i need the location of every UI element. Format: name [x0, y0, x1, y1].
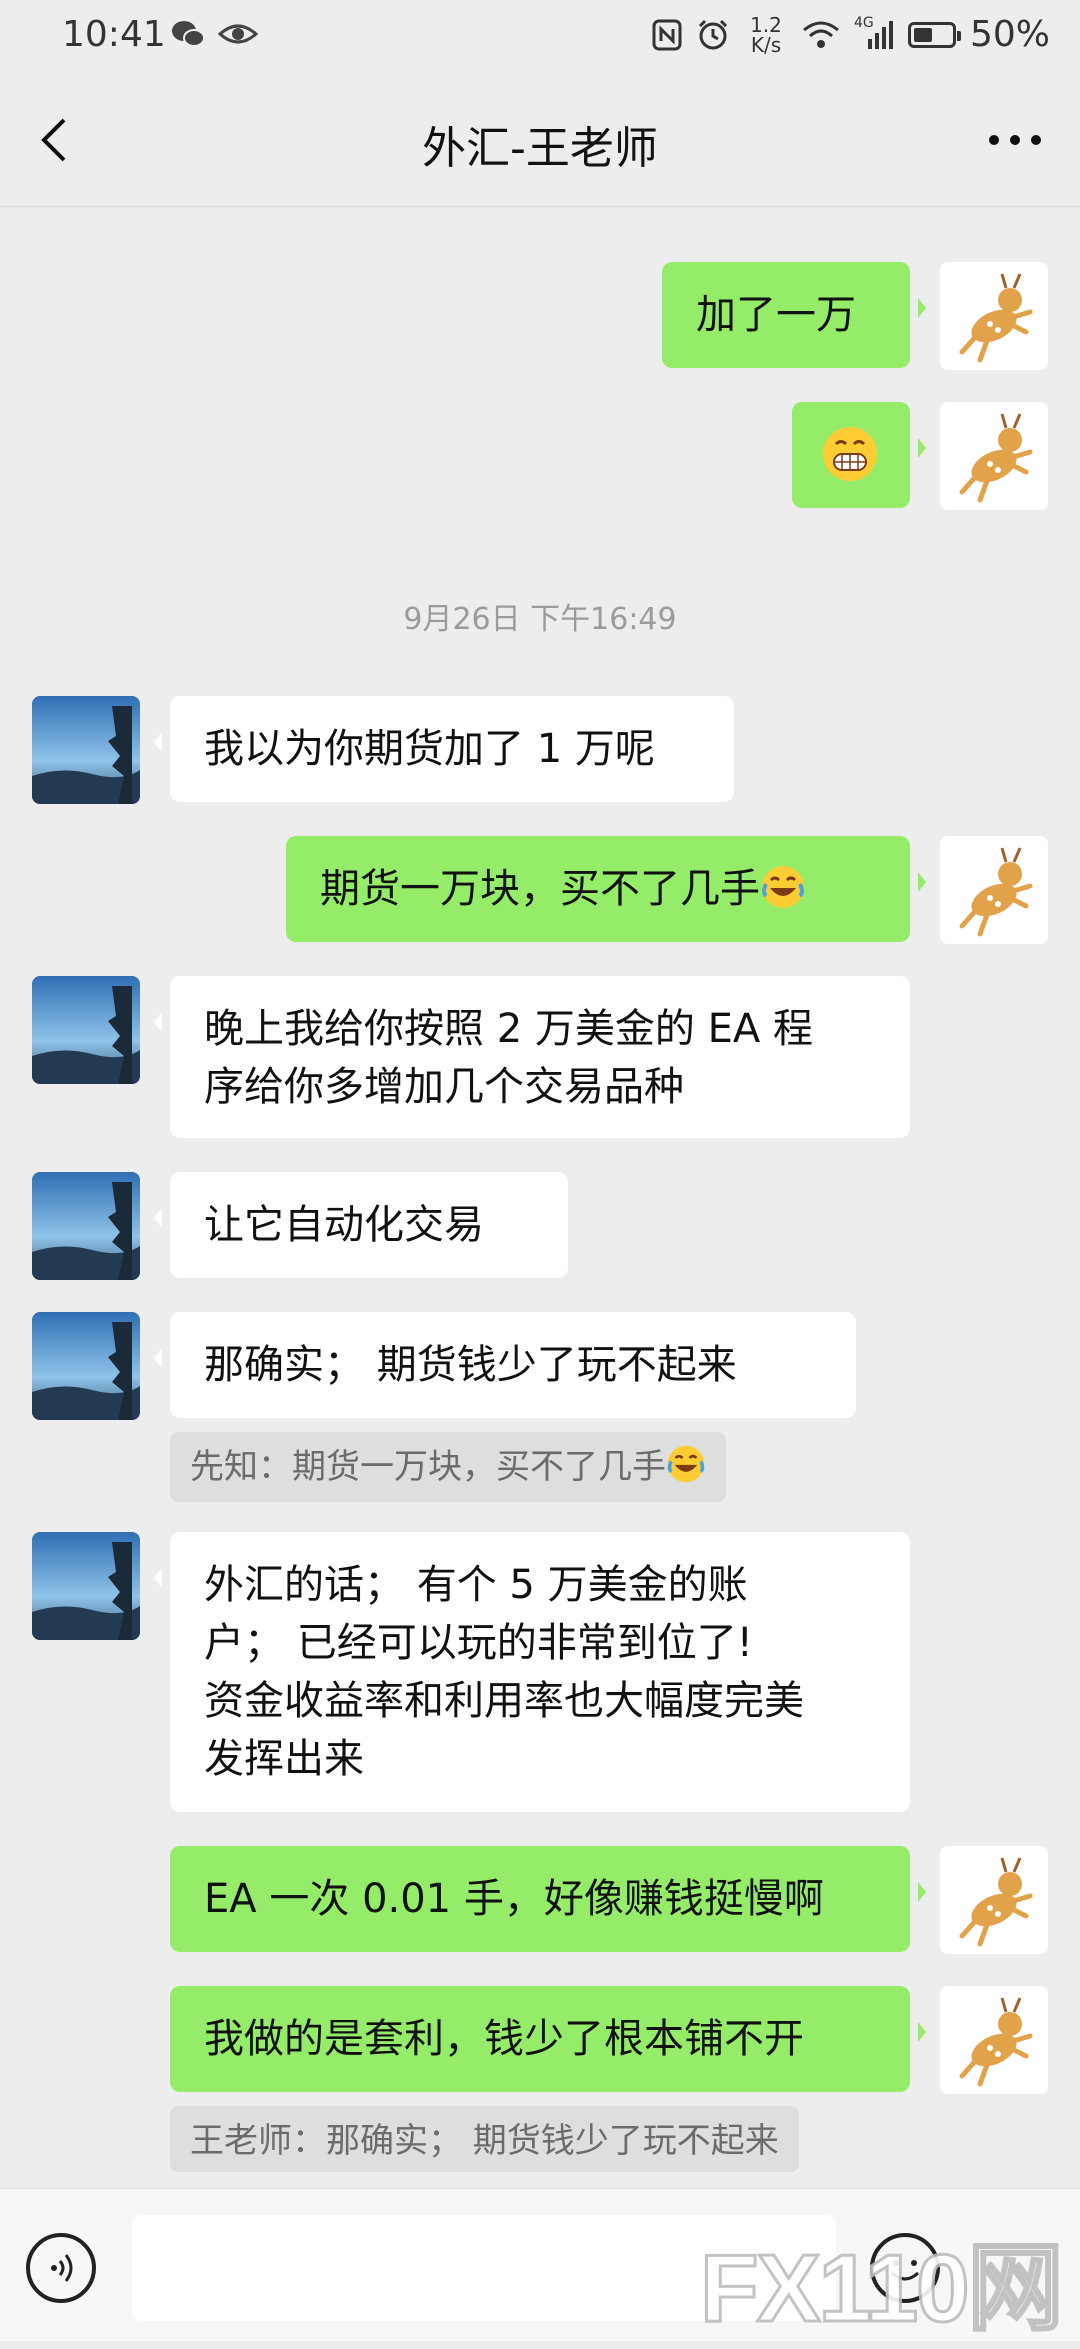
laugh-tears-emoji-icon [760, 864, 806, 910]
message-text: 让它自动化交易 [204, 1202, 484, 1248]
quoted-reply[interactable]: 王老师：那确实； 期货钱少了玩不起来 [170, 2106, 799, 2172]
message-bubble[interactable]: 那确实； 期货钱少了玩不起来 [154, 1312, 856, 1418]
message-text: 期货一万块，买不了几手 [320, 866, 760, 912]
message-bubble[interactable] [792, 402, 926, 508]
message-bubble[interactable]: 我做的是套利，钱少了根本铺不开 [170, 1986, 926, 2092]
message-line: 户； 已经可以玩的非常到位了! [204, 1620, 753, 1666]
watermark-logo: FX110网 [699, 2234, 1066, 2344]
message-text: 我以为你期货加了 1 万呢 [204, 726, 655, 772]
message-bubble[interactable]: 期货一万块，买不了几手 [286, 836, 926, 942]
more-dots-icon [989, 135, 1041, 145]
contact-avatar[interactable] [32, 1532, 140, 1640]
wifi-icon [803, 21, 839, 48]
my-avatar[interactable] [940, 262, 1048, 370]
more-options-button[interactable] [980, 110, 1050, 170]
nfc-icon [652, 19, 682, 50]
message-bubble[interactable]: EA 一次 0.01 手，好像赚钱挺慢啊 [170, 1846, 926, 1952]
message-text: 那确实； 期货钱少了玩不起来 [204, 1342, 737, 1388]
status-time: 10:41 [62, 14, 166, 55]
wechat-notification-icon [172, 21, 205, 47]
status-bar: 10:41 1.2 K/s 4G 50% [0, 0, 1080, 76]
battery-percent: 50% [969, 14, 1050, 55]
message-line: 外汇的话； 有个 5 万美金的账 [204, 1562, 748, 1608]
message-bubble[interactable]: 外汇的话； 有个 5 万美金的账 户； 已经可以玩的非常到位了! 资金收益率和利… [154, 1532, 910, 1812]
my-avatar[interactable] [940, 1846, 1048, 1954]
message-text: EA 一次 0.01 手，好像赚钱挺慢啊 [204, 1876, 824, 1922]
voice-icon [51, 2254, 73, 2282]
message-bubble[interactable]: 让它自动化交易 [154, 1172, 568, 1278]
status-left-icons [170, 18, 258, 50]
message-bubble[interactable]: 我以为你期货加了 1 万呢 [154, 696, 734, 802]
message-line: 资金收益率和利用率也大幅度完美 [204, 1678, 804, 1724]
network-speed: 1.2 K/s [744, 15, 788, 55]
message-line: 发挥出来 [204, 1736, 364, 1782]
signal-bars-icon [867, 20, 893, 49]
message-bubble[interactable]: 晚上我给你按照 2 万美金的 EA 程 序给你多增加几个交易品种 [154, 976, 910, 1138]
eye-icon [218, 24, 258, 44]
contact-avatar[interactable] [32, 1312, 140, 1420]
quoted-text: 王老师：那确实； 期货钱少了玩不起来 [190, 2121, 779, 2161]
message-line: 序给你多增加几个交易品种 [204, 1064, 684, 1110]
quoted-reply[interactable]: 先知：期货一万块，买不了几手 [170, 1432, 726, 1502]
battery-fill [913, 27, 932, 42]
my-avatar[interactable] [940, 1986, 1048, 2094]
laugh-tears-emoji-icon [666, 1444, 706, 1484]
voice-button[interactable] [26, 2233, 96, 2303]
contact-avatar[interactable] [32, 976, 140, 1084]
message-bubble[interactable]: 加了一万 [662, 262, 926, 368]
battery-icon [907, 21, 961, 48]
my-avatar[interactable] [940, 836, 1048, 944]
message-timestamp: 9月26日 下午16:49 [403, 602, 677, 637]
contact-avatar[interactable] [32, 696, 140, 804]
grin-emoji-icon [820, 424, 880, 484]
contact-avatar[interactable] [32, 1172, 140, 1280]
network-speed-unit: K/s [750, 32, 782, 57]
my-avatar[interactable] [940, 402, 1048, 510]
alarm-icon [698, 19, 728, 49]
chat-title: 外汇-王老师 [422, 123, 658, 174]
message-line: 晚上我给你按照 2 万美金的 EA 程 [204, 1006, 813, 1052]
cellular-signal: 4G [854, 15, 894, 51]
network-speed-value: 1.2 [750, 12, 782, 37]
message-text: 我做的是套利，钱少了根本铺不开 [204, 2016, 804, 2062]
quoted-text: 先知：期货一万块，买不了几手 [190, 1447, 666, 1487]
message-text: 加了一万 [696, 292, 856, 338]
status-right: 1.2 K/s 4G 50% [652, 14, 1050, 55]
chat-header: 外汇-王老师 [0, 76, 1080, 207]
